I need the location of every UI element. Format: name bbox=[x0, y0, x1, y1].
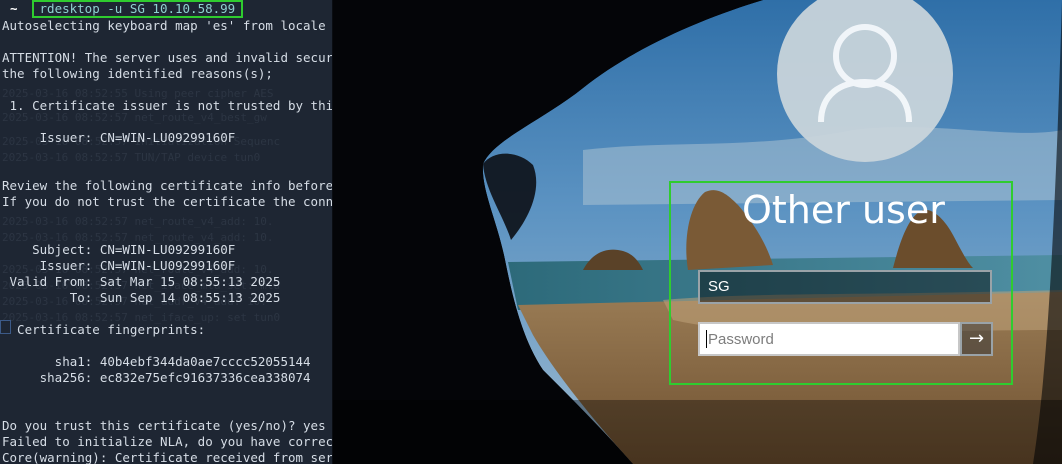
login-title: Other user bbox=[742, 188, 945, 232]
password-field[interactable] bbox=[698, 322, 960, 356]
terminal-output: ~ rdesktop -u SG 10.10.58.99 Autoselecti… bbox=[2, 0, 332, 464]
prompt-row: ~ rdesktop -u SG 10.10.58.99 bbox=[2, 0, 332, 18]
terminal-line: Failed to initialize NLA, do you have co… bbox=[2, 434, 332, 449]
terminal-line: the following identified reasons(s); bbox=[2, 66, 273, 81]
terminal-window[interactable]: 2025-03-16 08:52:55 Using peer cipher AE… bbox=[0, 0, 332, 464]
terminal-line: Issuer: CN=WIN-LU09299160F bbox=[2, 130, 236, 145]
user-icon bbox=[818, 24, 912, 123]
terminal-line: Subject: CN=WIN-LU09299160F bbox=[2, 242, 236, 257]
terminal-line: Valid From: Sat Mar 15 08:55:13 2025 bbox=[2, 274, 281, 289]
terminal-line: sha256: ec832e75efc91637336cea338074 bbox=[2, 370, 311, 385]
terminal-line: ATTENTION! The server uses and invalid s… bbox=[2, 50, 332, 65]
username-field[interactable]: SG bbox=[698, 270, 992, 304]
terminal-line: Core(warning): Certificate received from… bbox=[2, 450, 332, 464]
submit-button[interactable]: → bbox=[960, 322, 993, 356]
command-highlight: rdesktop -u SG 10.10.58.99 bbox=[31, 0, 244, 18]
terminal-line: sha1: 40b4ebf344da0ae7cccc52055144 bbox=[2, 354, 311, 369]
terminal-cursor-marker bbox=[0, 320, 11, 334]
terminal-line: Issuer: CN=WIN-LU09299160F bbox=[2, 258, 236, 273]
terminal-line: Certificate fingerprints: bbox=[2, 322, 206, 337]
terminal-line: To: Sun Sep 14 08:55:13 2025 bbox=[2, 290, 281, 305]
text-caret bbox=[706, 330, 707, 348]
arrow-right-icon: → bbox=[968, 328, 985, 349]
prompt-symbol: ~ bbox=[10, 1, 18, 16]
user-avatar bbox=[777, 0, 953, 162]
password-row: → bbox=[698, 322, 993, 356]
windows-login-screen: Other user SG → bbox=[333, 0, 1062, 464]
terminal-line: If you do not trust the certificate the … bbox=[2, 194, 332, 209]
terminal-line: Autoselecting keyboard map 'es' from loc… bbox=[2, 18, 326, 33]
terminal-line: 1. Certificate issuer is not trusted by … bbox=[2, 98, 332, 113]
terminal-line: Do you trust this certificate (yes/no)? … bbox=[2, 418, 326, 433]
terminal-line: Review the following certificate info be… bbox=[2, 178, 332, 193]
